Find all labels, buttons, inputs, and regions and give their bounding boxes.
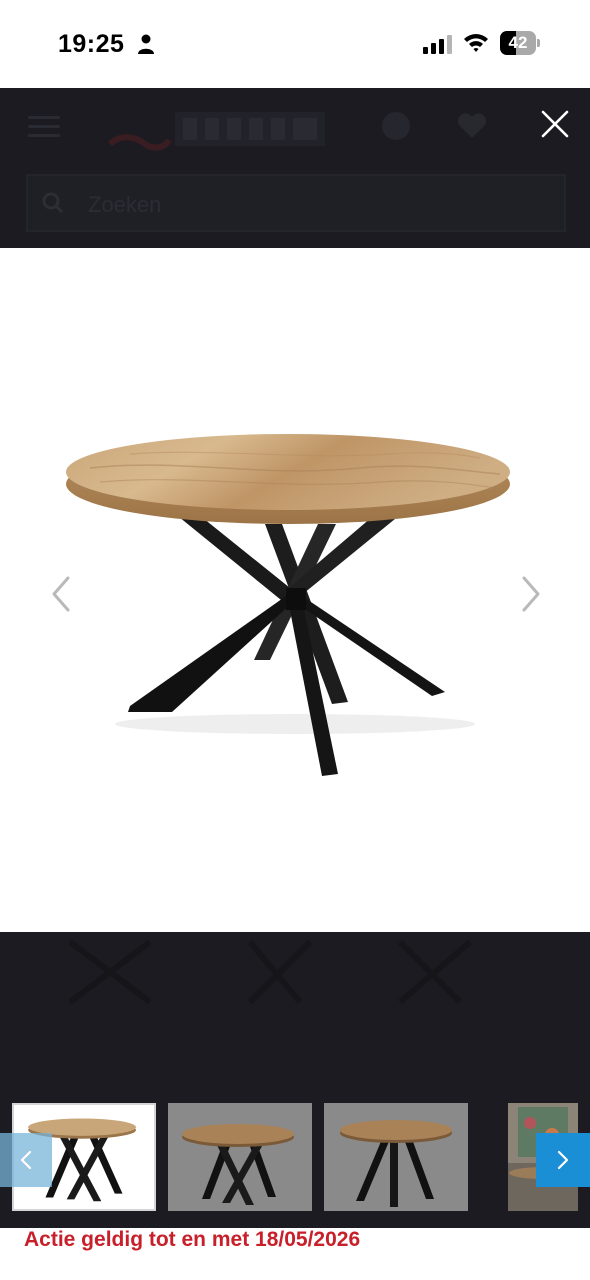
status-time: 19:25 <box>58 30 125 58</box>
thumb-table-grey-background[interactable] <box>168 1103 312 1211</box>
person-icon <box>138 34 154 54</box>
signal-icon <box>423 35 452 54</box>
logo <box>107 112 325 151</box>
chevron-left-icon <box>20 1150 32 1170</box>
battery-level: 42 <box>508 33 528 52</box>
status-bar: 19:25 42 <box>0 0 590 88</box>
search-input: Zoeken <box>26 174 566 232</box>
chevron-left-icon[interactable] <box>44 572 78 616</box>
heart-icon <box>457 113 487 138</box>
product-image[interactable] <box>60 428 530 788</box>
wifi-icon <box>464 34 488 52</box>
lower-overlay <box>0 932 590 1230</box>
hamburger-icon <box>28 116 60 140</box>
close-icon[interactable] <box>538 107 572 141</box>
gallery-main <box>0 248 590 932</box>
chevron-right-icon[interactable] <box>514 572 548 616</box>
thumbnail-next-button[interactable] <box>536 1133 590 1187</box>
thumb-table-grey-background-2[interactable] <box>324 1103 468 1211</box>
search-icon <box>42 192 64 214</box>
battery-icon: 42 <box>500 31 540 55</box>
thumbnail-strip <box>0 1100 590 1216</box>
search-placeholder: Zoeken <box>88 192 162 217</box>
promo-bar: Actie geldig tot en met 18/05/2026 <box>0 1228 590 1280</box>
chevron-right-icon <box>557 1150 569 1170</box>
ghost-product-images <box>68 939 472 1005</box>
user-icon <box>382 112 410 140</box>
promo-text: Actie geldig tot en met 18/05/2026 <box>24 1228 361 1251</box>
thumbnail-prev-button[interactable] <box>0 1133 52 1187</box>
